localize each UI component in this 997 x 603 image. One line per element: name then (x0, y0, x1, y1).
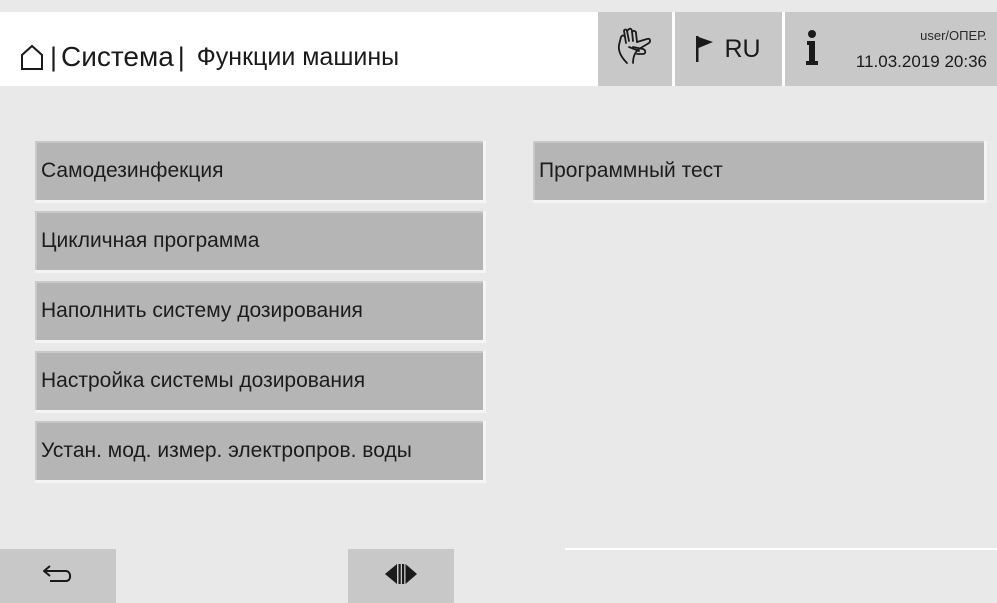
menu-item-label: Наполнить систему дозирования (41, 298, 363, 322)
datetime: 11.03.2019 20:36 (855, 52, 987, 71)
language-code: RU (724, 34, 761, 63)
manual-operation-button[interactable] (598, 12, 672, 86)
menu-item-label: Самодезинфекция (41, 158, 224, 182)
language-button[interactable]: RU (675, 12, 782, 86)
menu-item-dosing-settings[interactable]: Настройка системы дозирования (35, 351, 486, 413)
menu-item-self-disinfection[interactable]: Самодезинфекция (35, 141, 486, 203)
menu-item-label: Цикличная программа (41, 228, 260, 252)
footer-divider (565, 548, 997, 550)
header: | Система | Функции машины RU user/ОПЕР.… (0, 12, 997, 86)
home-icon[interactable] (20, 43, 44, 71)
menu-item-conductivity-module[interactable]: Устан. мод. измер. электропров. воды (35, 421, 486, 483)
split-view-button[interactable] (348, 549, 454, 603)
menu-item-cyclic-program[interactable]: Цикличная программа (35, 211, 486, 273)
page-title: Функции машины (196, 42, 400, 71)
menu-item-label: Программный тест (539, 158, 723, 182)
menu-item-fill-dosing-system[interactable]: Наполнить систему дозирования (35, 281, 486, 343)
menu-item-label: Настройка системы дозирования (41, 368, 366, 392)
menu-item-program-test[interactable]: Программный тест (533, 141, 987, 203)
info-icon (805, 30, 819, 66)
user-info-button[interactable]: user/ОПЕР. 11.03.2019 20:36 (785, 12, 997, 86)
flag-icon (696, 36, 714, 62)
back-button[interactable] (0, 549, 116, 603)
screen: | Система | Функции машины RU user/ОПЕР.… (0, 0, 997, 603)
breadcrumb: | Система | Функции машины (0, 12, 595, 86)
split-view-icon (383, 563, 419, 590)
hand-touch-icon (613, 27, 657, 72)
back-arrow-icon (42, 564, 74, 589)
menu-item-label: Устан. мод. измер. электропров. воды (41, 438, 412, 462)
breadcrumb-separator: | (50, 41, 58, 72)
breadcrumb-system[interactable]: Система (61, 41, 174, 73)
user-role: user/ОПЕР. (920, 28, 987, 43)
breadcrumb-separator: | (177, 41, 185, 72)
